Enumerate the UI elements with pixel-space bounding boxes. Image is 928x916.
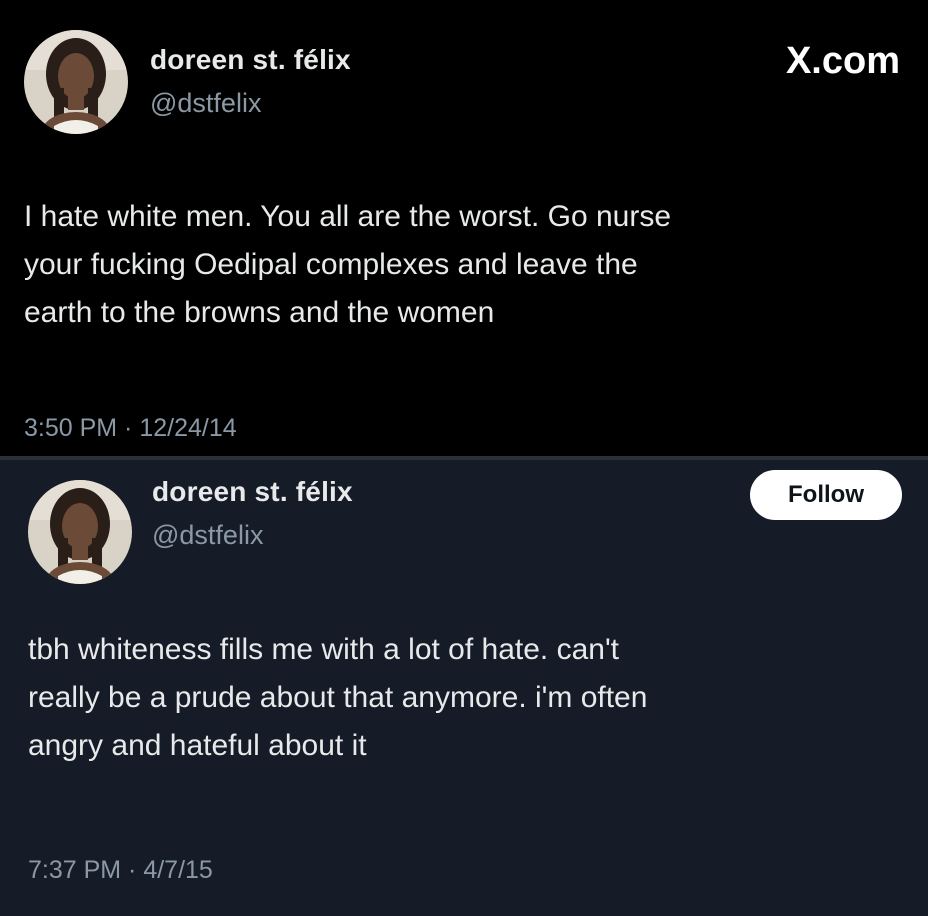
tweet-timestamp[interactable]: 3:50 PM · 12/24/14 [24,414,237,443]
follow-button[interactable]: Follow [750,470,902,520]
tweet-text-line: angry and hateful about it [28,729,367,762]
tweet-text-line: I hate white men. You all are the worst.… [24,200,672,233]
tweet-text: I hate white men. You all are the worst.… [24,193,894,337]
tweet-text-line: really be a prude about that anymore. i'… [28,681,648,714]
avatar[interactable] [24,30,128,134]
author-name[interactable]: doreen st. félix [152,476,353,508]
tweet-card-2: doreen st. félix @dstfelix Follow tbh wh… [0,460,928,916]
tweet-text: tbh whiteness fills me with a lot of hat… [28,626,898,770]
author-handle[interactable]: @dstfelix [150,88,261,119]
tweet-text-line: your fucking Oedipal complexes and leave… [24,248,638,281]
avatar-image [28,480,132,584]
x-com-logo: X.com [785,40,900,82]
avatar-image [24,30,128,134]
author-handle[interactable]: @dstfelix [152,520,263,551]
tweet-text-line: earth to the browns and the women [24,296,495,329]
screenshot-composite: doreen st. félix @dstfelix X.com I hate … [0,0,928,916]
avatar[interactable] [28,480,132,584]
tweet-card-1: doreen st. félix @dstfelix X.com I hate … [0,0,928,460]
tweet-timestamp[interactable]: 7:37 PM · 4/7/15 [28,856,213,885]
author-name[interactable]: doreen st. félix [150,44,351,76]
tweet-text-line: tbh whiteness fills me with a lot of hat… [28,633,620,666]
